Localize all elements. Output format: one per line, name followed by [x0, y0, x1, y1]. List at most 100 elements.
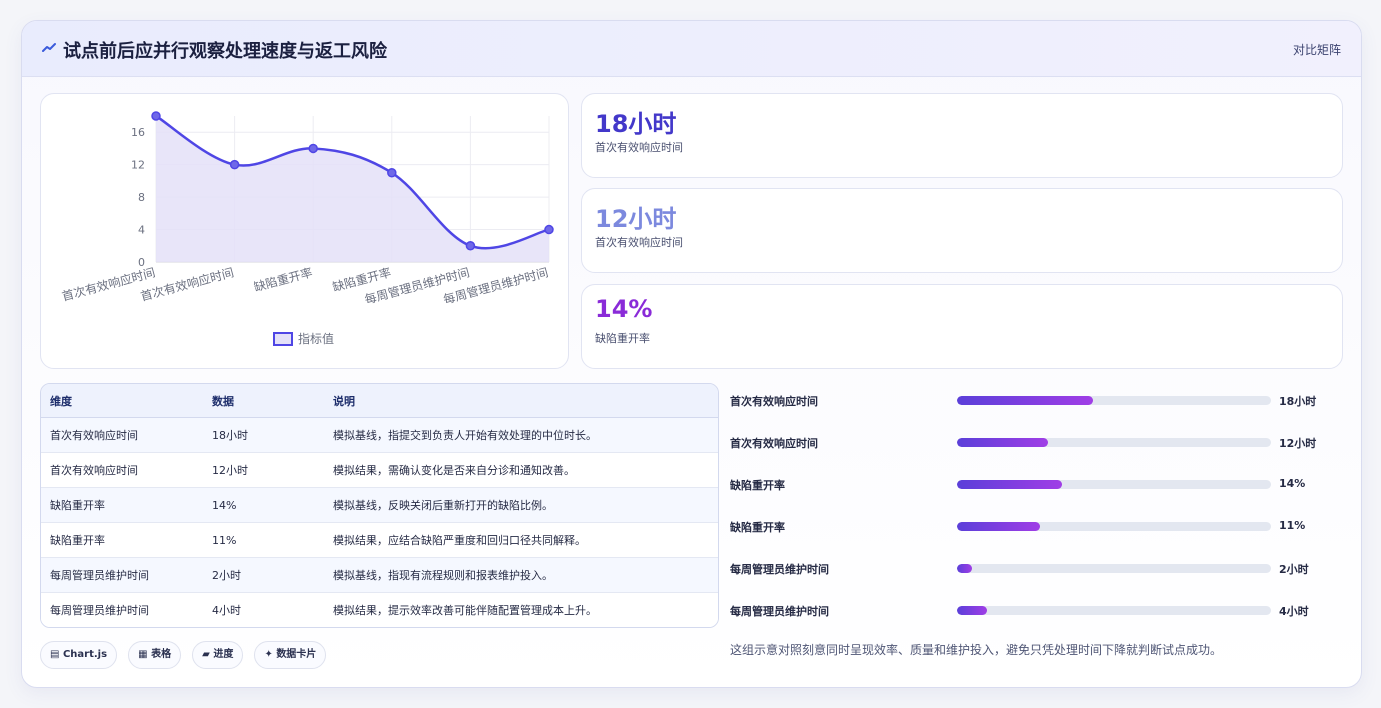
y-tick-label: 8	[138, 191, 145, 204]
table-cell: 每周管理员维护时间	[41, 592, 203, 627]
table-cell: 2小时	[203, 557, 324, 593]
progress-track	[957, 438, 1271, 447]
table-icon: ▦	[138, 649, 152, 660]
progress-fill	[957, 438, 1048, 447]
chip-data-cards[interactable]: ✦ 数据卡片	[254, 641, 327, 669]
series-area	[156, 116, 549, 262]
progress-track	[957, 564, 1271, 573]
data-point	[544, 224, 554, 235]
table-cell: 模拟结果，需确认变化是否来自分诊和通知改善。	[324, 452, 718, 488]
chip-label: 数据卡片	[276, 649, 317, 660]
table-cell: 模拟结果，应结合缺陷严重度和回归口径共同解释。	[324, 522, 718, 558]
table-cell: 模拟结果，提示效率改善可能伴随配置管理成本上升。	[324, 592, 718, 627]
column-header: 说明	[324, 384, 718, 418]
progress-row: 缺陷重开率 11%	[730, 514, 1340, 556]
stat-value: 18小时	[595, 110, 677, 138]
progress-value: 18小时	[1279, 395, 1317, 408]
data-table-card: 维度 数据 说明 首次有效响应时间 18小时 模拟基线，指提交到负责人开始有效处…	[40, 383, 719, 628]
progress-value: 11%	[1279, 519, 1306, 532]
chart-icon: ▤	[50, 649, 63, 660]
progress-fill	[957, 564, 973, 573]
chip-label: 进度	[213, 649, 234, 660]
progress-row: 首次有效响应时间 12小时	[730, 430, 1340, 472]
progress-label: 首次有效响应时间	[730, 395, 818, 408]
progress-fill	[957, 522, 1041, 531]
progress-row: 缺陷重开率 14%	[730, 472, 1340, 514]
progress-value: 4小时	[1279, 605, 1309, 618]
progress-fill	[957, 606, 988, 615]
x-tick-label: 缺陷重开率	[252, 264, 314, 294]
progress-value: 2小时	[1279, 563, 1309, 576]
comparison-matrix-link[interactable]: 对比矩阵	[1293, 41, 1341, 58]
table-cell: 模拟基线，反映关闭后重新打开的缺陷比例。	[324, 487, 718, 523]
table-cell: 缺陷重开率	[41, 522, 203, 558]
table-row: 缺陷重开率 14% 模拟基线，反映关闭后重新打开的缺陷比例。	[41, 487, 718, 523]
sparkle-icon: ✦	[264, 649, 277, 660]
table-cell: 4小时	[203, 592, 324, 627]
progress-track	[957, 396, 1271, 405]
y-tick-label: 12	[131, 159, 145, 172]
progress-value: 14%	[1279, 477, 1306, 490]
progress-label: 首次有效响应时间	[730, 437, 818, 450]
table-row: 每周管理员维护时间 2小时 模拟基线，指现有流程规则和报表维护投入。	[41, 557, 718, 593]
table-cell: 12小时	[203, 452, 324, 488]
data-point	[465, 241, 476, 251]
table-cell: 缺陷重开率	[41, 487, 203, 523]
column-header: 数据	[203, 384, 324, 418]
chip-table[interactable]: ▦ 表格	[128, 641, 182, 669]
data-point	[308, 143, 318, 154]
progress-value: 12小时	[1279, 437, 1317, 450]
progress-fill	[957, 480, 1062, 489]
progress-track	[957, 480, 1271, 489]
progress-track	[957, 522, 1271, 531]
chip-chartjs[interactable]: ▤ Chart.js	[40, 641, 118, 669]
progress-label: 缺陷重开率	[730, 479, 785, 492]
data-table: 维度 数据 说明 首次有效响应时间 18小时 模拟基线，指提交到负责人开始有效处…	[41, 384, 718, 627]
progress-track	[957, 606, 1271, 615]
table-cell: 18小时	[203, 417, 324, 453]
stat-value: 14%	[595, 295, 653, 323]
table-row: 每周管理员维护时间 4小时 模拟结果，提示效率改善可能伴随配置管理成本上升。	[41, 592, 718, 627]
stat-value: 12小时	[595, 205, 677, 233]
y-tick-label: 16	[131, 126, 145, 139]
stat-label: 首次有效响应时间	[595, 141, 683, 154]
progress-label: 每周管理员维护时间	[730, 605, 829, 618]
progress-fill	[957, 396, 1094, 405]
progress-row: 每周管理员维护时间 4小时	[730, 598, 1340, 640]
legend-label: 指标值	[298, 331, 334, 346]
chart-card: 0 4 8 12 16 首次有效响应时间 首次有效响应时间 缺陷重开率 缺陷重开率 每周管理员维护…	[40, 93, 569, 369]
progress-label: 缺陷重开率	[730, 521, 785, 534]
stat-card: 18小时 首次有效响应时间	[581, 93, 1343, 178]
table-cell: 首次有效响应时间	[41, 417, 203, 453]
panel-header: 试点前后应并行观察处理速度与返工风险 对比矩阵	[22, 21, 1361, 77]
legend-swatch	[273, 332, 293, 346]
chip-label: 表格	[151, 649, 172, 660]
line-chart: 0481216首次有效响应时间首次有效响应时间 缺陷重开率 缺陷重开率每周管理员维护…	[60, 111, 554, 346]
stat-label: 首次有效响应时间	[595, 236, 683, 249]
trend-icon	[42, 43, 56, 52]
table-cell: 每周管理员维护时间	[41, 557, 203, 593]
footnote: 这组示意对照刻意同时呈现效率、质量和维护投入，避免只凭处理时间下降就判断试点成功…	[730, 643, 1223, 657]
progress-row: 首次有效响应时间 18小时	[730, 388, 1340, 430]
data-point	[151, 111, 161, 121]
progress-icon: ▰	[202, 649, 214, 660]
table-row: 首次有效响应时间 18小时 模拟基线，指提交到负责人开始有效处理的中位时长。	[41, 417, 718, 453]
column-header: 维度	[41, 384, 203, 418]
stat-card: 12小时 首次有效响应时间	[581, 188, 1343, 273]
tag-chips: ▤ Chart.js ▦ 表格 ▰ 进度 ✦ 数据卡片	[40, 641, 332, 669]
progress-label: 每周管理员维护时间	[730, 563, 829, 576]
data-point	[387, 168, 397, 178]
y-tick-label: 4	[138, 224, 145, 237]
chip-label: Chart.js	[62, 649, 108, 660]
dashboard-panel: 试点前后应并行观察处理速度与返工风险 对比矩阵 0 4 8 12 16 首次有效响应时间首…	[21, 20, 1362, 688]
table-cell: 14%	[203, 487, 324, 523]
table-row: 缺陷重开率 11% 模拟结果，应结合缺陷严重度和回归口径共同解释。	[41, 522, 718, 558]
progress-list: 首次有效响应时间 18小时 首次有效响应时间 12小时 缺陷重开率 14% 缺陷…	[730, 388, 1340, 640]
table-row: 首次有效响应时间 12小时 模拟结果，需确认变化是否来自分诊和通知改善。	[41, 452, 718, 488]
table-cell: 11%	[203, 522, 324, 558]
table-cell: 模拟基线，指提交到负责人开始有效处理的中位时长。	[324, 417, 718, 453]
chip-progress[interactable]: ▰ 进度	[192, 641, 244, 669]
stat-card: 14% 缺陷重开率	[581, 284, 1343, 369]
stat-label: 缺陷重开率	[595, 332, 650, 345]
progress-row: 每周管理员维护时间 2小时	[730, 556, 1340, 598]
